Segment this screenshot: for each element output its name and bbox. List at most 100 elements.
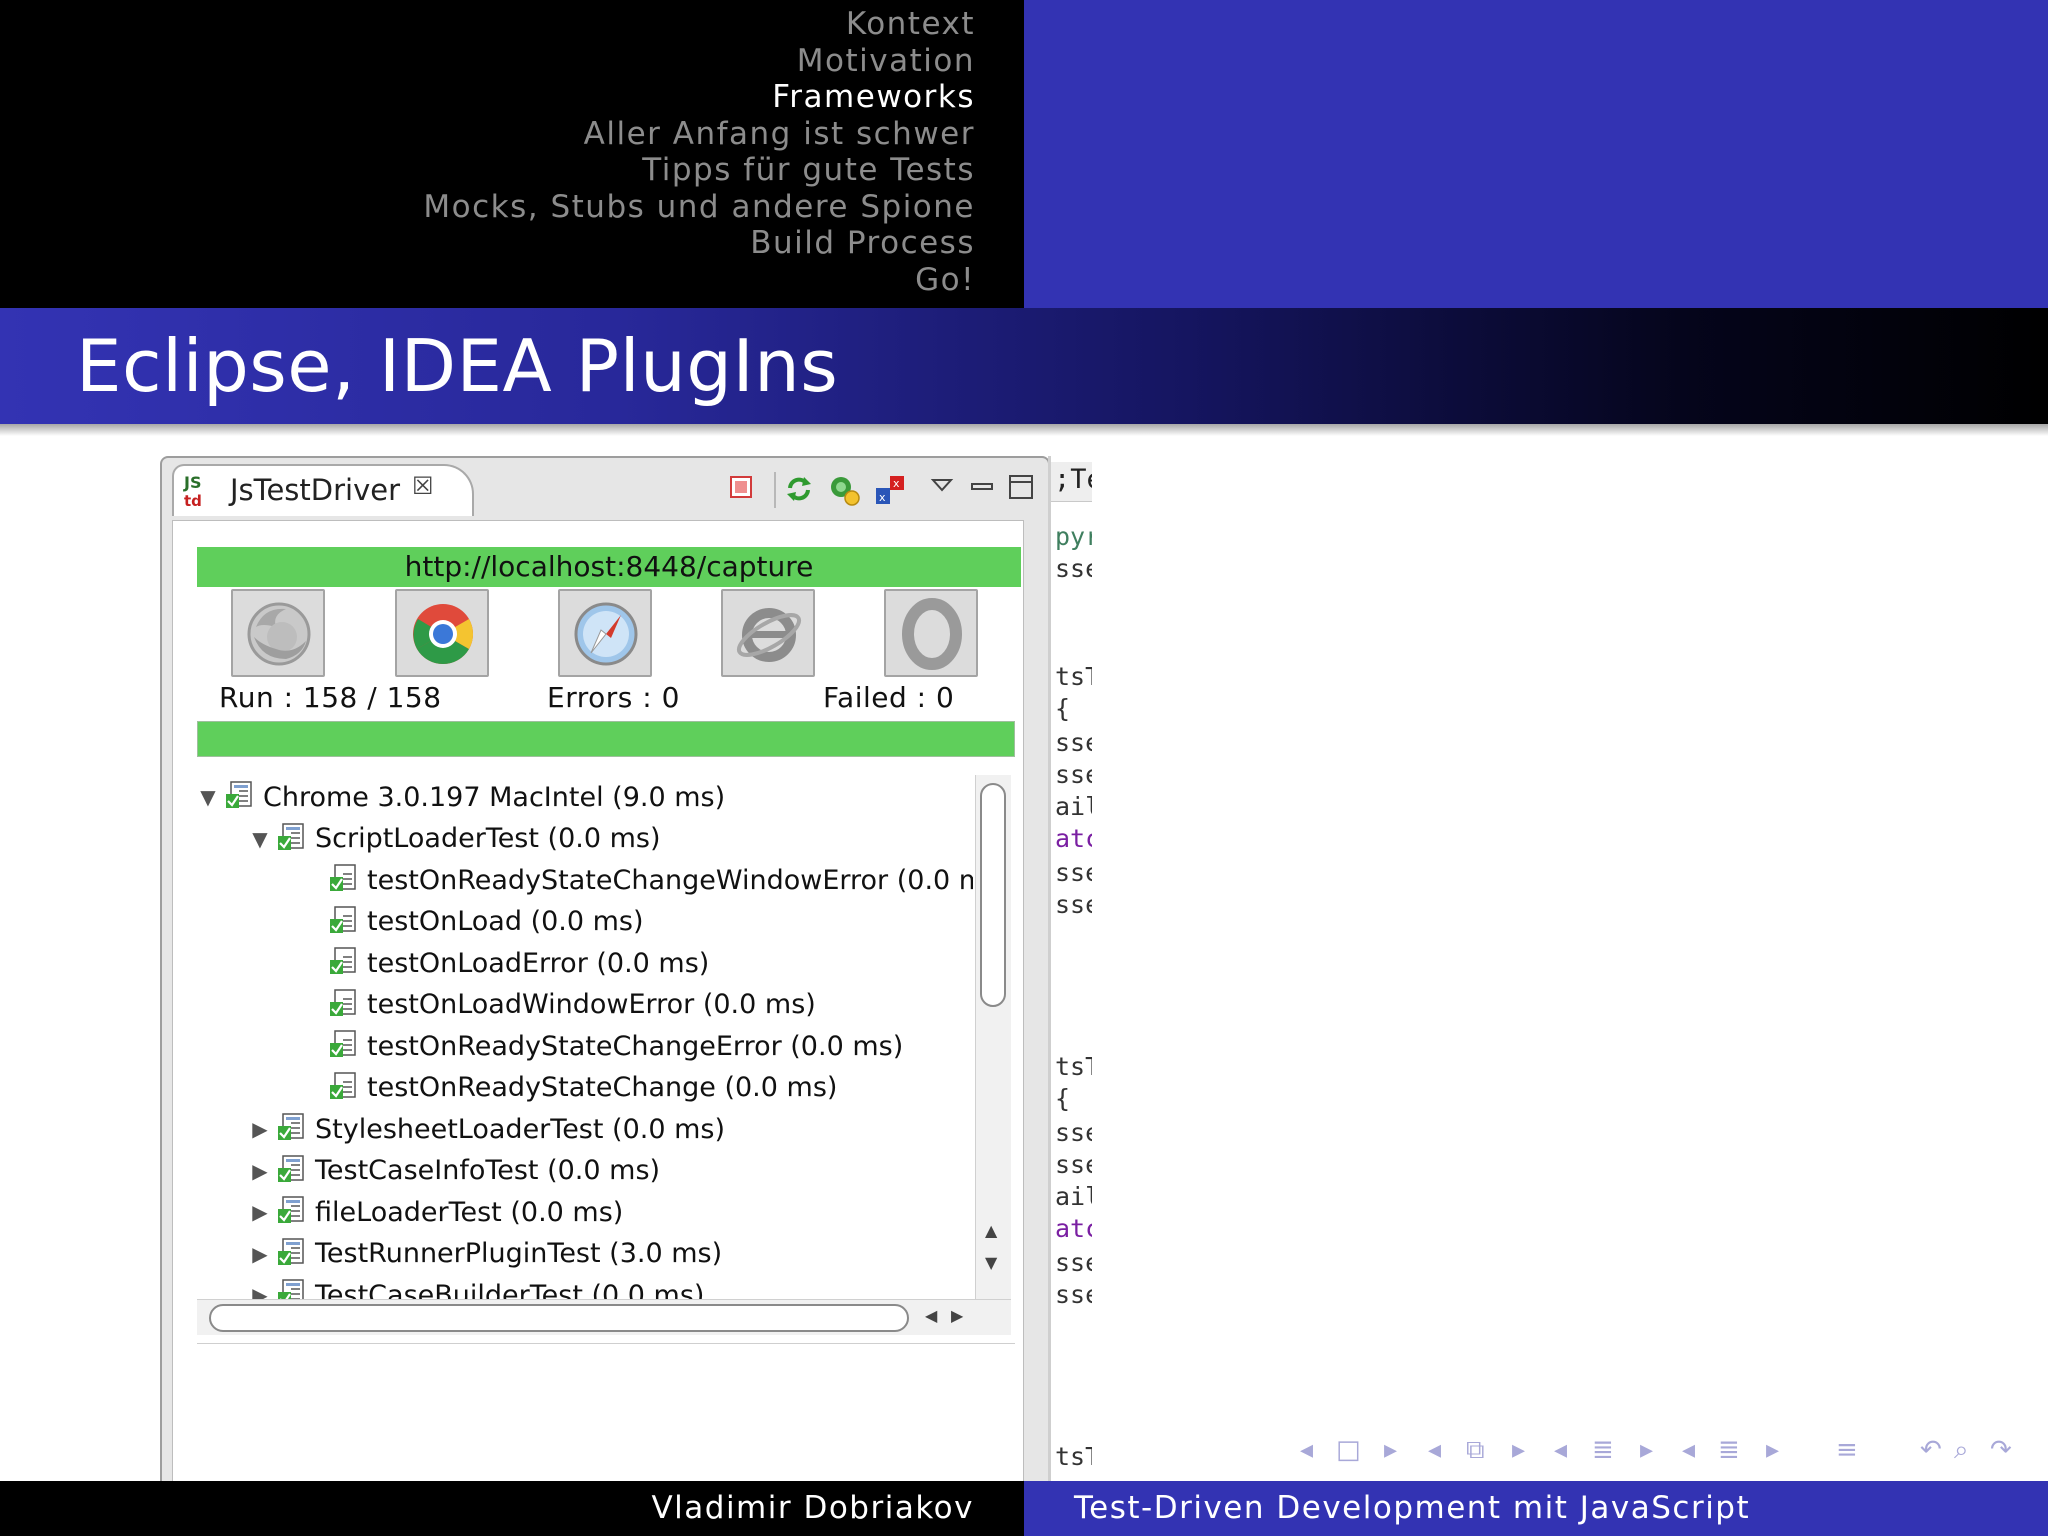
collapsed-arrow-icon[interactable]: ▶	[249, 1117, 271, 1141]
scroll-down-icon[interactable]: ▼	[985, 1253, 997, 1272]
slide-icon[interactable]: ≣	[1718, 1432, 1740, 1468]
code-line: atc	[1055, 824, 1092, 853]
vertical-scroll-thumb[interactable]	[980, 783, 1006, 1007]
test-pass-icon	[329, 988, 359, 1022]
refresh-icon[interactable]	[784, 474, 814, 504]
ide-screenshot: JS td JsTestDriver ☒ x x http://localhos…	[160, 456, 1092, 1481]
prev-subsection-icon[interactable]: ◂	[1428, 1432, 1441, 1468]
run-tests-icon[interactable]	[828, 474, 862, 508]
internet-explorer-button[interactable]	[721, 589, 815, 677]
test-suite-row[interactable]: ▶ TestRunnerPluginTest (3.0 ms)	[249, 1234, 722, 1274]
stop-icon[interactable]	[728, 474, 754, 500]
code-line: atc	[1055, 1214, 1092, 1243]
view-menu-icon[interactable]	[930, 474, 954, 498]
test-case-row[interactable]: testOnLoadError (0.0 ms)	[301, 943, 709, 983]
tree-node-label: ScriptLoaderTest (0.0 ms)	[315, 823, 661, 854]
nav-section-item[interactable]: Kontext	[0, 6, 975, 43]
document-icon[interactable]: ≡	[1836, 1432, 1858, 1468]
section-icon[interactable]: ≣	[1592, 1432, 1614, 1468]
run-count: Run : 158 / 158	[219, 681, 442, 714]
prev-section-icon[interactable]: ◂	[1554, 1432, 1567, 1468]
next-section-icon[interactable]: ▸	[1640, 1432, 1653, 1468]
safari-button[interactable]	[558, 589, 652, 677]
jstestdriver-view: JS td JsTestDriver ☒ x x http://localhos…	[160, 456, 1050, 1481]
next-frame-icon[interactable]: ▸	[1384, 1432, 1397, 1468]
horizontal-scrollbar[interactable]: ◀ ▶	[197, 1299, 1011, 1335]
collapsed-arrow-icon[interactable]: ▶	[249, 1242, 271, 1266]
nav-section-item[interactable]: Build Process	[0, 225, 975, 262]
toolbar-separator	[774, 472, 776, 508]
expanded-arrow-icon[interactable]: ▼	[197, 785, 219, 809]
test-suite-row[interactable]: ▶ fileLoaderTest (0.0 ms)	[249, 1192, 623, 1232]
capture-url[interactable]: http://localhost:8448/capture	[197, 547, 1021, 587]
test-case-row[interactable]: testOnReadyStateChangeWindowError (0.0 m…	[301, 860, 973, 900]
test-suite-row[interactable]: ▼ ScriptLoaderTest (0.0 ms)	[249, 819, 661, 859]
tree-node-label: TestRunnerPluginTest (3.0 ms)	[315, 1238, 723, 1269]
code-line: sse	[1055, 1280, 1092, 1309]
firefox-button[interactable]	[231, 589, 325, 677]
section-navigation-right-panel	[1024, 0, 2048, 308]
back-icon[interactable]: ↶	[1920, 1432, 1942, 1468]
nav-section-item[interactable]: Tipps für gute Tests	[0, 152, 975, 189]
test-pass-icon	[329, 1071, 359, 1105]
prev-slide-icon[interactable]: ◂	[1682, 1432, 1695, 1468]
test-suite-row[interactable]: ▶ TestCaseInfoTest (0.0 ms)	[249, 1151, 660, 1191]
test-case-row[interactable]: testOnLoadWindowError (0.0 ms)	[301, 985, 816, 1025]
nav-section-item[interactable]: Frameworks	[0, 79, 975, 116]
maximize-icon[interactable]	[1008, 474, 1034, 500]
close-tab-icon[interactable]: ☒	[412, 472, 434, 500]
tree-node-label: testOnLoadWindowError (0.0 ms)	[367, 989, 816, 1020]
chrome-button[interactable]	[395, 589, 489, 677]
test-results-tree: ▼ Chrome 3.0.197 MacIntel (9.0 ms) ▼ Script…	[197, 775, 973, 1299]
prev-frame-icon[interactable]: ◂	[1300, 1432, 1313, 1468]
svg-text:x: x	[879, 491, 886, 504]
nav-section-item[interactable]: Go!	[0, 262, 975, 299]
test-suite-row[interactable]: ▶ StylesheetLoaderTest (0.0 ms)	[249, 1109, 725, 1149]
collapsed-arrow-icon[interactable]: ▶	[249, 1200, 271, 1224]
reset-browsers-icon[interactable]: x x	[874, 474, 908, 508]
vertical-scrollbar[interactable]: ▲ ▼	[975, 775, 1011, 1299]
forward-icon[interactable]: ↷	[1990, 1432, 2012, 1468]
code-line: ail	[1055, 792, 1092, 821]
test-case-row[interactable]: testOnReadyStateChangeError (0.0 ms)	[301, 1026, 903, 1066]
search-icon[interactable]: ⌕	[1954, 1432, 1969, 1468]
test-case-row[interactable]: testOnLoad (0.0 ms)	[301, 902, 644, 942]
test-suite-row[interactable]: ▼ Chrome 3.0.197 MacIntel (9.0 ms)	[197, 777, 725, 817]
suite-pass-icon	[277, 1278, 307, 1299]
section-list: Kontext Motivation Frameworks Aller Anfang …	[0, 6, 1024, 298]
nav-section-item[interactable]: Mocks, Stubs und andere Spione	[0, 189, 975, 226]
scroll-right-icon[interactable]: ▶	[951, 1306, 963, 1325]
code-line: sse	[1055, 1150, 1092, 1179]
test-case-row[interactable]: testOnReadyStateChange (0.0 ms)	[301, 1068, 837, 1108]
next-slide-icon[interactable]: ▸	[1766, 1432, 1779, 1468]
frame-icon[interactable]: □	[1336, 1432, 1361, 1468]
scroll-left-icon[interactable]: ◀	[925, 1306, 937, 1325]
code-line: sse	[1055, 728, 1092, 757]
code-line: sse	[1055, 1248, 1092, 1277]
opera-button[interactable]	[884, 589, 978, 677]
tree-node-label: testOnLoadError (0.0 ms)	[367, 947, 710, 979]
footer-author: Vladimir Dobriakov	[651, 1490, 974, 1526]
code-line: sse	[1055, 554, 1092, 583]
expanded-arrow-icon[interactable]: ▼	[249, 827, 271, 851]
code-line: sse	[1055, 1118, 1092, 1147]
collapsed-arrow-icon[interactable]: ▶	[249, 1159, 271, 1183]
frame-title-bar: Eclipse, IDEA PlugIns	[0, 308, 2048, 424]
horizontal-scroll-thumb[interactable]	[209, 1304, 909, 1332]
footer-right: Test-Driven Development mit JavaScript	[1024, 1481, 2048, 1536]
firefox-icon	[247, 602, 311, 666]
jstestdriver-tab[interactable]: JS td JsTestDriver ☒	[172, 464, 474, 516]
subsection-icon[interactable]: ⧉	[1466, 1432, 1485, 1468]
test-pass-icon	[329, 863, 359, 897]
tree-node-label: testOnReadyStateChange (0.0 ms)	[367, 1072, 838, 1103]
editor-tab[interactable]: ;Te	[1051, 462, 1092, 502]
minimize-icon[interactable]	[970, 474, 994, 498]
nav-section-item[interactable]: Motivation	[0, 43, 975, 80]
footer-left: Vladimir Dobriakov	[0, 1481, 1024, 1536]
test-suite-row[interactable]: ▶ TestCaseBuilderTest (0.0 ms)	[249, 1275, 704, 1299]
scroll-up-icon[interactable]: ▲	[985, 1221, 997, 1240]
collapsed-arrow-icon[interactable]: ▶	[249, 1283, 271, 1299]
code-editor-strip: ;Te pyr sse tsT {sse sse ail atc sse sse tsT {sse s…	[1048, 456, 1092, 1481]
next-subsection-icon[interactable]: ▸	[1512, 1432, 1525, 1468]
nav-section-item[interactable]: Aller Anfang ist schwer	[0, 116, 975, 153]
